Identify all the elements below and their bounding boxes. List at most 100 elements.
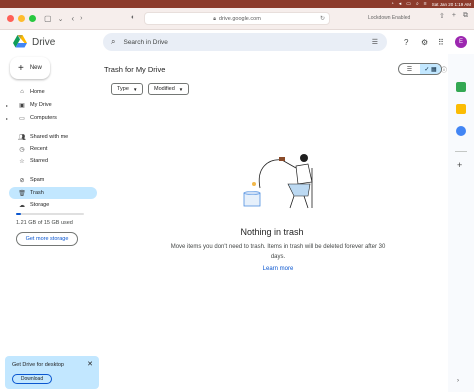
computers-icon: ▭ (19, 115, 25, 122)
sidebar-item-my-drive[interactable]: ▸ ▣ My Drive (6, 99, 97, 111)
search-icon[interactable]: ⌕ (111, 37, 115, 47)
grid-view-button[interactable]: ✓ ▦ (420, 64, 441, 74)
empty-state-title: Nothing in trash (240, 227, 304, 237)
new-button[interactable]: + New (10, 57, 50, 79)
list-icon: ☰ (406, 66, 413, 73)
sidebar-item-home[interactable]: ⌂ Home (9, 86, 97, 98)
macos-menubar: ◔ ◂ ▭ ⌕ ≡ Sat Jan 20 1:19 AM (0, 0, 474, 8)
window-controls (7, 15, 36, 22)
app-name[interactable]: Drive (32, 37, 55, 48)
avatar[interactable]: E (455, 36, 467, 48)
desktop-promo-card: Get Drive for desktop ✕ Download (5, 356, 99, 389)
home-icon: ⌂ (20, 89, 24, 95)
control-center-icon[interactable]: ≡ (424, 0, 427, 8)
filter-label: Type (117, 86, 129, 92)
keep-icon[interactable] (456, 104, 466, 114)
trash-icon: 🗑︎ (18, 190, 26, 197)
settings-gear-icon[interactable]: ⚙ (421, 38, 428, 47)
sidebar-item-recent[interactable]: ◷ Recent (9, 143, 97, 155)
sidebar-item-label: My Drive (30, 102, 52, 108)
grid-icon: ▦ (431, 66, 437, 73)
collapse-panel-icon[interactable]: › (457, 378, 459, 384)
dropdown-arrow-icon: ▼ (132, 86, 138, 92)
screen: ◔ ◂ ▭ ⌕ ≡ Sat Jan 20 1:19 AM ▢ ⌄ ‹ › ◐ 🔒… (0, 0, 474, 392)
recent-icon: ◷ (19, 146, 25, 153)
sidebar-item-label: Home (30, 89, 45, 95)
lockdown-label: Lockdown Enabled (368, 15, 411, 21)
sidebar-item-trash[interactable]: 🗑︎ Trash (9, 187, 97, 199)
sidebar-item-label: Storage (30, 202, 50, 208)
drive-logo-icon[interactable] (13, 35, 27, 48)
battery-icon[interactable]: ▭ (406, 0, 411, 8)
storage-progress-bar (16, 213, 84, 215)
sidebar-item-label: Starred (30, 158, 49, 164)
modified-filter-chip[interactable]: Modified ▼ (148, 83, 190, 95)
minimize-window-button[interactable] (18, 15, 25, 22)
storage-progress-fill (16, 213, 22, 215)
close-icon[interactable]: ✕ (87, 360, 93, 368)
back-button[interactable]: ‹ (71, 14, 74, 23)
storage-used-text: 1.21 GB of 15 GB used (16, 220, 73, 226)
promo-title: Get Drive for desktop (12, 362, 64, 368)
help-icon[interactable]: ? (404, 38, 408, 47)
sidebar-item-spam[interactable]: ⊘ Spam (9, 174, 97, 186)
sidebar-item-label: Computers (30, 115, 57, 121)
caret-right-icon[interactable]: ▸ (6, 103, 8, 108)
search-input[interactable]: Search in Drive (123, 39, 167, 46)
lock-icon: 🔒︎ (213, 15, 216, 22)
apps-grid-icon[interactable]: ⠿ (438, 38, 444, 47)
new-button-label: New (29, 65, 42, 71)
download-button[interactable]: Download (12, 374, 52, 384)
shared-icon: 👥︎ (18, 134, 26, 141)
zoom-window-button[interactable] (29, 15, 36, 22)
search-bar[interactable]: ⌕ Search in Drive ☰ (103, 33, 387, 51)
list-view-button[interactable]: ☰ (399, 64, 420, 74)
sidebar-item-label: Spam (30, 177, 45, 183)
close-window-button[interactable] (7, 15, 14, 22)
empty-trash-illustration (243, 154, 313, 209)
empty-state-description: Move items you don't need to trash. Item… (170, 244, 386, 260)
sidebar-item-label: Recent (30, 146, 48, 152)
sidebar-item-storage[interactable]: ☁ Storage (9, 199, 97, 211)
caret-right-icon[interactable]: ▸ (6, 116, 8, 121)
get-more-storage-button[interactable]: Get more storage (16, 232, 78, 246)
calendar-icon[interactable] (456, 82, 466, 92)
share-icon[interactable]: ⇧ (439, 12, 445, 20)
sidebar-item-starred[interactable]: ☆ Starred (9, 155, 97, 167)
wifi-icon[interactable]: ◔ (391, 0, 394, 8)
privacy-shield-icon[interactable]: ◐ (131, 14, 135, 21)
my-drive-icon: ▣ (19, 102, 25, 109)
checkmark-icon: ✓ (424, 66, 430, 73)
new-tab-icon[interactable]: + (452, 12, 456, 20)
address-bar[interactable]: 🔒︎ drive.google.com ↻ (144, 12, 330, 25)
url-text: drive.google.com (218, 15, 261, 22)
spam-icon: ⊘ (19, 177, 25, 184)
forward-button[interactable]: › (80, 15, 82, 22)
info-icon[interactable]: ⓘ (441, 65, 447, 74)
chevron-down-icon[interactable]: ⌄ (58, 15, 64, 23)
search-options-icon[interactable]: ☰ (372, 38, 378, 46)
dropdown-arrow-icon: ▼ (178, 86, 184, 92)
sidebar-item-computers[interactable]: ▸ ▭ Computers (6, 112, 97, 124)
sidebar-item-shared[interactable]: 👥︎ Shared with me (9, 131, 97, 143)
view-toggle: ☰ ✓ ▦ (398, 63, 442, 75)
tasks-icon[interactable] (456, 126, 466, 136)
side-panel-divider (455, 151, 467, 152)
cloud-icon: ☁ (19, 202, 25, 209)
tab-overview-icon[interactable]: ⧉ (463, 12, 468, 20)
search-icon[interactable]: ⌕ (416, 0, 419, 8)
main-content: Trash for My Drive ☰ ✓ ▦ ⓘ Type ▼ Modifi… (100, 56, 447, 392)
volume-icon[interactable]: ◂ (399, 0, 402, 8)
sidebar-toggle-icon[interactable]: ▢ (44, 14, 52, 23)
learn-more-link[interactable]: Learn more (100, 266, 456, 272)
reload-icon[interactable]: ↻ (320, 15, 325, 22)
menubar-datetime[interactable]: Sat Jan 20 1:19 AM (432, 2, 471, 7)
add-addon-icon[interactable]: + (457, 160, 462, 170)
drive-header: Drive ⌕ Search in Drive ☰ ? ⚙ ⠿ E (0, 30, 467, 54)
sidebar-item-label: Shared with me (30, 134, 69, 140)
plus-icon: + (18, 62, 24, 74)
type-filter-chip[interactable]: Type ▼ (111, 83, 144, 95)
star-icon: ☆ (19, 158, 25, 165)
toolbar-right-actions: ⇧ + ⧉ (439, 12, 468, 20)
sidebar-item-label: Trash (30, 190, 44, 196)
